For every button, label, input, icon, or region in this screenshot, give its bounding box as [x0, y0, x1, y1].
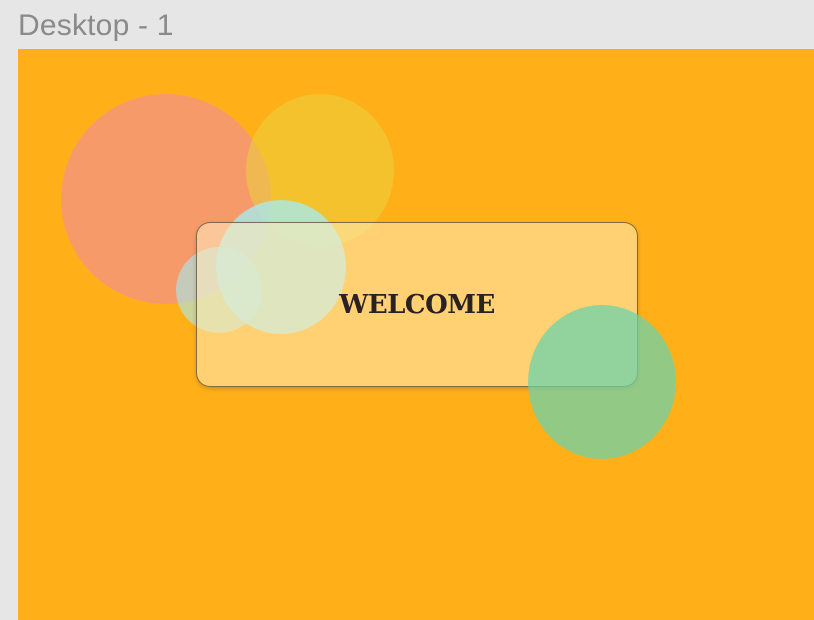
frame-title[interactable]: Desktop - 1: [18, 6, 174, 46]
welcome-heading: WELCOME: [339, 289, 495, 320]
design-canvas[interactable]: Desktop - 1 WELCOME: [0, 0, 814, 620]
green-circle-shape[interactable]: [528, 305, 676, 459]
artboard-desktop-1[interactable]: WELCOME: [18, 49, 814, 620]
